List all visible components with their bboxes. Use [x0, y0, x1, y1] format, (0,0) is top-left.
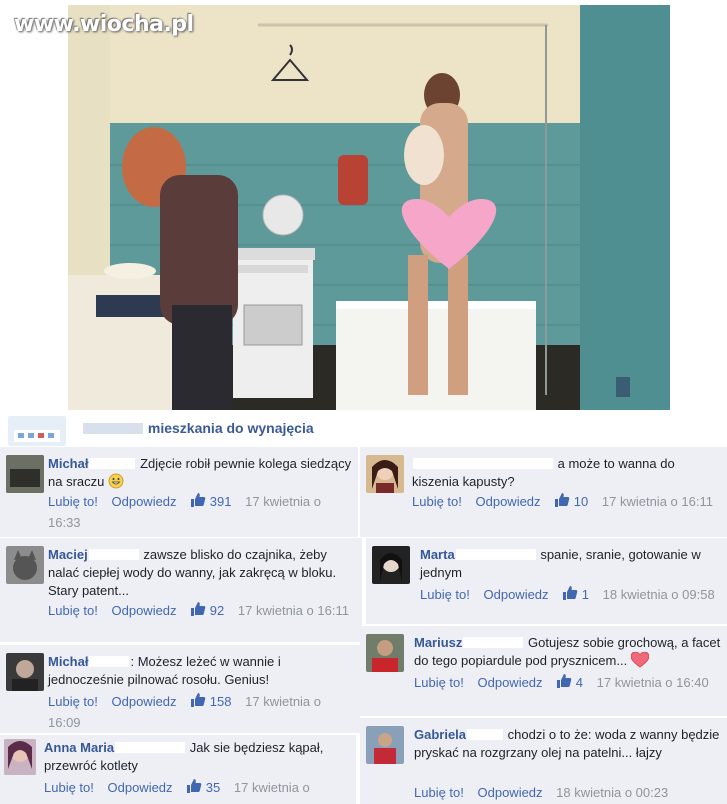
redaction [463, 637, 524, 648]
like-link[interactable]: Lubię to! [48, 494, 98, 509]
page-header: mieszkania do wynajęcia [0, 410, 727, 446]
redaction [83, 423, 143, 434]
heart-emoji-icon [630, 652, 649, 668]
comment: Anna Maria Jak sie będziesz kąpał, przew… [0, 735, 356, 804]
reply-link[interactable]: Odpowiedz [112, 694, 177, 709]
comment: Michał Zdjęcie robił pewnie kolega siedz… [0, 447, 358, 537]
comment: Marta spanie, sranie, gotowanie w jednym… [366, 538, 727, 624]
reply-link[interactable]: Odpowiedz [112, 494, 177, 509]
comment-time[interactable]: 18 kwietnia o 09:58 [603, 587, 715, 602]
redaction [89, 656, 130, 667]
like-link[interactable]: Lubię to! [414, 675, 464, 690]
avatar[interactable] [6, 455, 44, 493]
comment: Maciej zawsze blisko do czajnika, żeby n… [0, 538, 362, 642]
avatar[interactable] [372, 546, 410, 584]
avatar[interactable] [6, 546, 44, 584]
thumbs-up-icon [555, 493, 570, 507]
like-link[interactable]: Lubię to! [412, 494, 462, 509]
thumbs-up-icon [557, 674, 572, 688]
comment: a może to wanna do kiszenia kapusty? Lub… [360, 447, 727, 537]
comment: Gabriela chodzi o to że: woda z wanny bę… [360, 718, 727, 804]
like-link[interactable]: Lubię to! [48, 694, 98, 709]
comment-author[interactable]: Maciej [48, 547, 88, 562]
grin-emoji-icon [108, 473, 124, 489]
like-count: 35 [205, 780, 221, 795]
like-link[interactable]: Lubię to! [48, 603, 98, 618]
comment-author[interactable]: Anna Maria [44, 740, 114, 755]
reply-link[interactable]: Odpowiedz [108, 780, 173, 795]
avatar[interactable] [4, 739, 36, 775]
comment: Michał: Możesz leżeć w wannie i jednocze… [0, 645, 360, 733]
comment-time[interactable]: 18 kwietnia o 00:23 [556, 785, 668, 800]
comment: Mariusz Gotujesz sobie grochową, a facet… [360, 626, 727, 716]
comment-author[interactable]: Marta [420, 547, 455, 562]
reply-link[interactable]: Odpowiedz [478, 675, 543, 690]
watermark-logo: www.wiocha.pl [14, 12, 194, 37]
comment-time[interactable]: 17 kwietnia o 16:11 [238, 603, 349, 618]
avatar[interactable] [366, 634, 404, 672]
redaction [115, 742, 186, 753]
like-link[interactable]: Lubię to! [414, 785, 464, 800]
page-logo[interactable] [8, 416, 66, 446]
comment-time[interactable]: 17 kwietnia o [234, 780, 310, 795]
comment-author[interactable]: Michał [48, 456, 88, 471]
like-count: 158 [209, 694, 232, 709]
post-photo [68, 5, 670, 410]
page-name[interactable]: mieszkania do wynajęcia [82, 420, 314, 436]
thumbs-up-icon [187, 779, 202, 793]
comment-author[interactable]: Mariusz [414, 635, 462, 650]
comment-author[interactable]: Gabriela [414, 727, 466, 742]
redaction [89, 458, 136, 469]
avatar[interactable] [366, 455, 404, 493]
redaction [455, 549, 536, 560]
reply-link[interactable]: Odpowiedz [112, 603, 177, 618]
like-count: 391 [209, 494, 232, 509]
comment-time[interactable]: 17 kwietnia o 16:40 [597, 675, 709, 690]
thumbs-up-icon [191, 493, 206, 507]
reply-link[interactable]: Odpowiedz [478, 785, 543, 800]
redaction [88, 549, 139, 560]
like-count: 92 [209, 603, 225, 618]
comment-author[interactable]: Michał [48, 654, 88, 669]
like-link[interactable]: Lubię to! [44, 780, 94, 795]
like-link[interactable]: Lubię to! [420, 587, 470, 602]
thumbs-up-icon [563, 586, 578, 600]
redaction [467, 729, 504, 740]
like-count: 10 [573, 494, 589, 509]
like-count: 1 [581, 587, 590, 602]
comment-time[interactable]: 17 kwietnia o 16:11 [602, 494, 713, 509]
thumbs-up-icon [191, 693, 206, 707]
avatar[interactable] [6, 653, 44, 691]
reply-link[interactable]: Odpowiedz [484, 587, 549, 602]
thumbs-up-icon [191, 602, 206, 616]
like-count: 4 [575, 675, 584, 690]
redaction [413, 458, 553, 469]
reply-link[interactable]: Odpowiedz [476, 494, 541, 509]
avatar[interactable] [366, 726, 404, 764]
